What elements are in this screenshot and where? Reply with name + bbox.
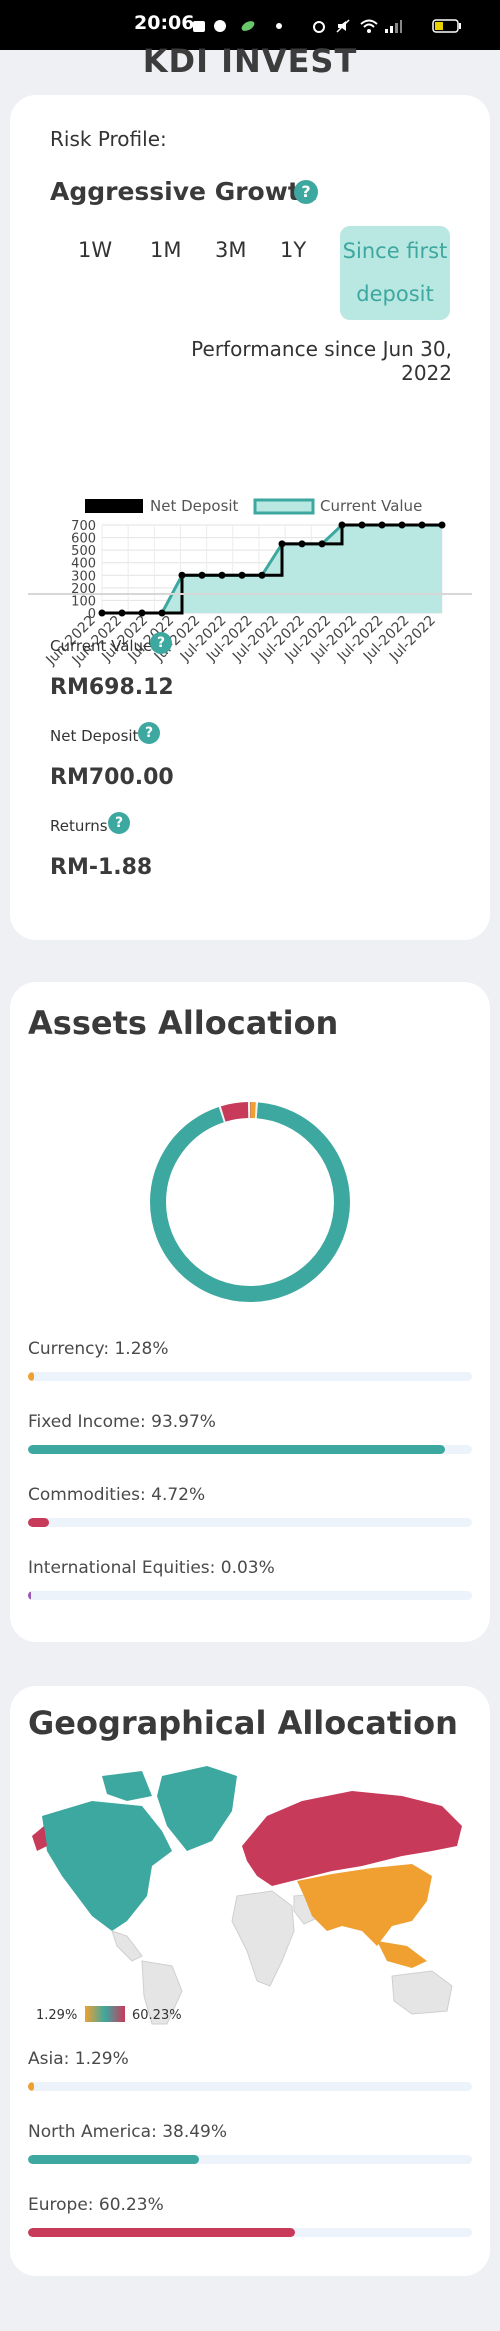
net-deposit-value: RM700.00: [50, 765, 174, 790]
geo-label-europe: Europe: 60.23%: [28, 2195, 164, 2215]
net-deposit-point: [278, 540, 286, 548]
page-title: KDI INVEST: [142, 42, 358, 80]
asset-bar-international-equities: [28, 1591, 472, 1600]
net-deposit-point: [178, 571, 186, 579]
risk-profile-label: Risk Profile:: [50, 127, 167, 151]
tab-since-line2: deposit: [356, 282, 434, 306]
net-deposit-point: [118, 609, 126, 617]
notification-icon: [192, 18, 206, 32]
donut-slice: [150, 1102, 350, 1302]
battery-icon: [432, 18, 462, 33]
legend-current-value-swatch: [253, 498, 315, 515]
leaf-icon: [240, 18, 255, 32]
current-value-label: Current Value: [50, 637, 153, 655]
alarm-icon: [312, 18, 326, 33]
geo-bar-asia-fill: [28, 2082, 34, 2091]
legend-net-deposit-swatch: [85, 499, 143, 513]
asset-bar-currency-fill: [28, 1372, 34, 1381]
map-southeast-asia: [377, 1941, 427, 1968]
map-legend-gradient: [85, 2006, 125, 2022]
geo-bar-europe-fill: [28, 2228, 296, 2237]
asset-bar-commodities-fill: [28, 1518, 49, 1527]
assets-allocation-card: Assets Allocation Currency: 1.28% Fixed …: [10, 982, 490, 1642]
legend-current-value-label: Current Value: [320, 497, 422, 515]
asset-bar-commodities: [28, 1518, 472, 1527]
tab-since-first-deposit[interactable]: Since first deposit: [340, 226, 450, 320]
net-deposit-point: [418, 521, 426, 529]
geographical-allocation-title: Geographical Allocation: [28, 1704, 458, 1742]
map-australia: [391, 1970, 453, 2015]
asset-label-commodities: Commodities: 4.72%: [28, 1485, 206, 1505]
asset-label-international-equities: International Equities: 0.03%: [28, 1558, 275, 1578]
asset-label-currency: Currency: 1.28%: [28, 1339, 169, 1359]
geo-bar-north-america: [28, 2155, 472, 2164]
asset-bar-fixed-income-fill: [28, 1445, 446, 1454]
map-greenland: [157, 1766, 237, 1851]
assets-allocation-title: Assets Allocation: [28, 1004, 339, 1042]
net-deposit-point: [398, 521, 406, 529]
dot-icon: [272, 18, 286, 32]
net-deposit-point: [258, 571, 266, 579]
geo-bar-europe: [28, 2228, 472, 2237]
app-icon: [213, 18, 227, 32]
performance-card: Risk Profile: Aggressive Growth ? 1W 1M …: [10, 95, 490, 940]
asset-bar-international-equities-fill: [28, 1591, 31, 1600]
asset-label-fixed-income: Fixed Income: 93.97%: [28, 1412, 216, 1432]
asset-bar-currency: [28, 1372, 472, 1381]
returns-label: Returns: [50, 817, 108, 835]
tab-1w[interactable]: 1W: [78, 238, 112, 262]
net-deposit-point: [318, 540, 326, 548]
wifi-icon: [360, 18, 378, 33]
legend-net-deposit-label: Net Deposit: [150, 497, 239, 515]
tab-1m[interactable]: 1M: [150, 238, 181, 262]
geo-label-asia: Asia: 1.29%: [28, 2049, 129, 2069]
geo-bar-asia: [28, 2082, 472, 2091]
mute-icon: [336, 18, 350, 33]
map-africa: [231, 1890, 295, 1987]
returns-value: RM-1.88: [50, 855, 153, 880]
geo-label-north-america: North America: 38.49%: [28, 2122, 228, 2142]
help-icon[interactable]: ?: [108, 812, 130, 834]
net-deposit-label: Net Deposit: [50, 727, 139, 745]
help-icon[interactable]: ?: [150, 632, 172, 654]
performance-since-text: Performance since Jun 30, 2022: [191, 337, 452, 385]
world-map: [32, 1766, 462, 2025]
status-time: 20:06: [134, 12, 195, 34]
map-asia: [297, 1864, 432, 1946]
geo-bar-north-america-fill: [28, 2155, 199, 2164]
net-deposit-point: [98, 609, 106, 617]
divider: [28, 593, 472, 595]
map-legend-max: 60.23%: [132, 2008, 182, 2023]
help-icon[interactable]: ?: [294, 180, 318, 204]
assets-donut-chart: [150, 1102, 350, 1302]
net-deposit-point: [218, 571, 226, 579]
net-deposit-point: [238, 571, 246, 579]
net-deposit-point: [438, 521, 446, 529]
geographical-allocation-card: Geographical Allocation 1.29% 60.23% Asi…: [10, 1686, 490, 2276]
y-tick-label: 700: [71, 519, 96, 534]
map-canada-islands: [102, 1771, 152, 1801]
net-deposit-point: [358, 521, 366, 529]
net-deposit-point: [338, 521, 346, 529]
risk-profile-value: Aggressive Growth: [50, 177, 318, 206]
map-central-america: [111, 1930, 143, 1962]
current-value: RM698.12: [50, 675, 174, 700]
signal-icon: [384, 18, 402, 33]
tab-3m[interactable]: 3M: [215, 238, 246, 262]
current-value-area: [102, 525, 442, 613]
tab-1y[interactable]: 1Y: [280, 238, 306, 262]
net-deposit-point: [378, 521, 386, 529]
net-deposit-point: [198, 571, 206, 579]
map-north-america: [42, 1801, 172, 1931]
net-deposit-point: [298, 540, 306, 548]
tab-since-line1: Since first: [342, 239, 448, 263]
asset-bar-fixed-income: [28, 1445, 472, 1454]
map-legend-min: 1.29%: [36, 2008, 78, 2023]
help-icon[interactable]: ?: [138, 722, 160, 744]
